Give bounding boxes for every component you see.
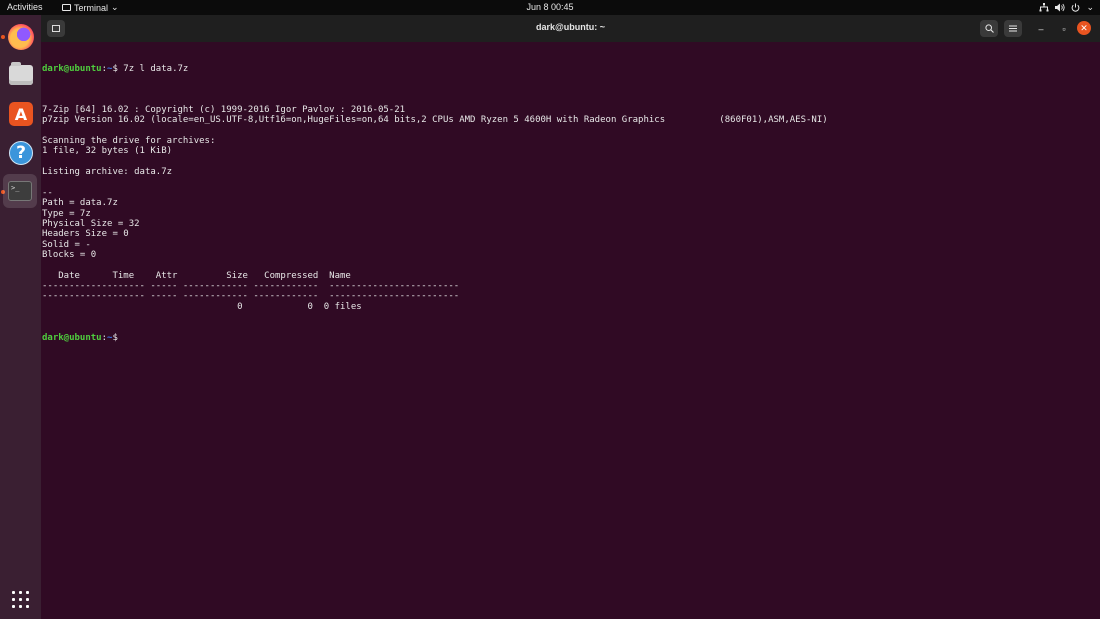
dock-item-firefox[interactable] — [5, 21, 37, 53]
top-bar: Activities Terminal ⌄ Jun 8 00:45 ⌄ — [0, 0, 1100, 15]
dock-item-files[interactable] — [5, 59, 37, 91]
scrollbar[interactable] — [1093, 42, 1100, 619]
files-icon — [9, 62, 33, 85]
output-line: Path = data.7z — [42, 198, 118, 209]
clock[interactable]: Jun 8 00:45 — [0, 2, 1100, 12]
prompt-line: dark@ubuntu:~$ — [42, 332, 124, 343]
prompt-path: ~ — [107, 332, 113, 343]
terminal-window: dark@ubuntu: ~ – ▫ ✕ dark@ubuntu:~$ 7z l… — [41, 15, 1100, 619]
output-line: Date Time Attr Size Compressed Name — [42, 270, 351, 281]
power-icon — [1072, 3, 1080, 12]
output-line: Physical Size = 32 — [42, 218, 140, 229]
output-line: Solid = - — [42, 239, 91, 250]
title-bar[interactable]: dark@ubuntu: ~ – ▫ ✕ — [41, 15, 1100, 42]
minimize-button[interactable]: – — [1032, 20, 1050, 37]
dock-item-terminal[interactable]: >_ — [3, 174, 37, 208]
search-icon — [984, 24, 994, 33]
activities-button[interactable]: Activities — [7, 2, 43, 12]
dock: A ? >_ — [0, 15, 41, 619]
new-tab-button[interactable] — [47, 20, 65, 37]
prompt-user: dark@ubuntu — [42, 63, 102, 74]
output-line: ------------------- ----- ------------ -… — [42, 291, 460, 302]
output-line: Headers Size = 0 — [42, 229, 129, 240]
output-line: 0 0 0 files — [42, 301, 362, 312]
terminal-icon — [62, 4, 71, 11]
app-menu-label: Terminal — [74, 2, 109, 13]
prompt-user: dark@ubuntu — [42, 332, 102, 343]
system-menu[interactable]: ⌄ — [1039, 2, 1094, 13]
hamburger-menu-icon — [1009, 25, 1017, 32]
show-applications-grid-icon[interactable] — [12, 591, 29, 608]
new-tab-icon — [52, 25, 60, 32]
output-line: Type = 7z — [42, 208, 91, 219]
search-button[interactable] — [980, 20, 998, 37]
prompt-path: ~ — [107, 63, 113, 74]
command-text: 7z l data.7z — [123, 63, 189, 74]
dock-item-help[interactable]: ? — [5, 137, 37, 169]
window-title: dark@ubuntu: ~ — [535, 22, 606, 32]
terminal-output[interactable]: dark@ubuntu:~$ 7z l data.7z 7-Zip [64] 1… — [41, 42, 1093, 619]
software-icon: A — [9, 102, 33, 126]
output-line: Listing archive: data.7z — [42, 167, 173, 178]
terminal-icon: >_ — [8, 181, 32, 201]
output-lines: 7-Zip [64] 16.02 : Copyright (c) 1999-20… — [42, 95, 1093, 312]
output-line: -- — [42, 187, 53, 198]
close-button[interactable]: ✕ — [1077, 21, 1091, 35]
firefox-icon — [8, 24, 34, 50]
chevron-down-icon: ⌄ — [1086, 2, 1094, 12]
output-line: 1 file, 32 bytes (1 KiB) — [42, 146, 173, 157]
help-icon: ? — [9, 141, 33, 165]
hamburger-menu-button[interactable] — [1004, 20, 1022, 37]
output-line: p7zip Version 16.02 (locale=en_US.UTF-8,… — [42, 115, 828, 126]
chevron-down-icon: ⌄ — [111, 2, 119, 12]
network-icon — [1039, 3, 1049, 12]
maximize-button[interactable]: ▫ — [1055, 20, 1073, 37]
output-line: ------------------- ----- ------------ -… — [42, 280, 460, 291]
output-line: Scanning the drive for archives: — [42, 136, 216, 147]
prompt-line: dark@ubuntu:~$ 7z l data.7z — [42, 63, 189, 74]
app-menu[interactable]: Terminal ⌄ — [62, 2, 119, 13]
volume-icon — [1055, 3, 1066, 12]
output-line: Blocks = 0 — [42, 249, 97, 260]
dock-item-ubuntu-software[interactable]: A — [5, 98, 37, 130]
output-line: 7-Zip [64] 16.02 : Copyright (c) 1999-20… — [42, 105, 406, 116]
